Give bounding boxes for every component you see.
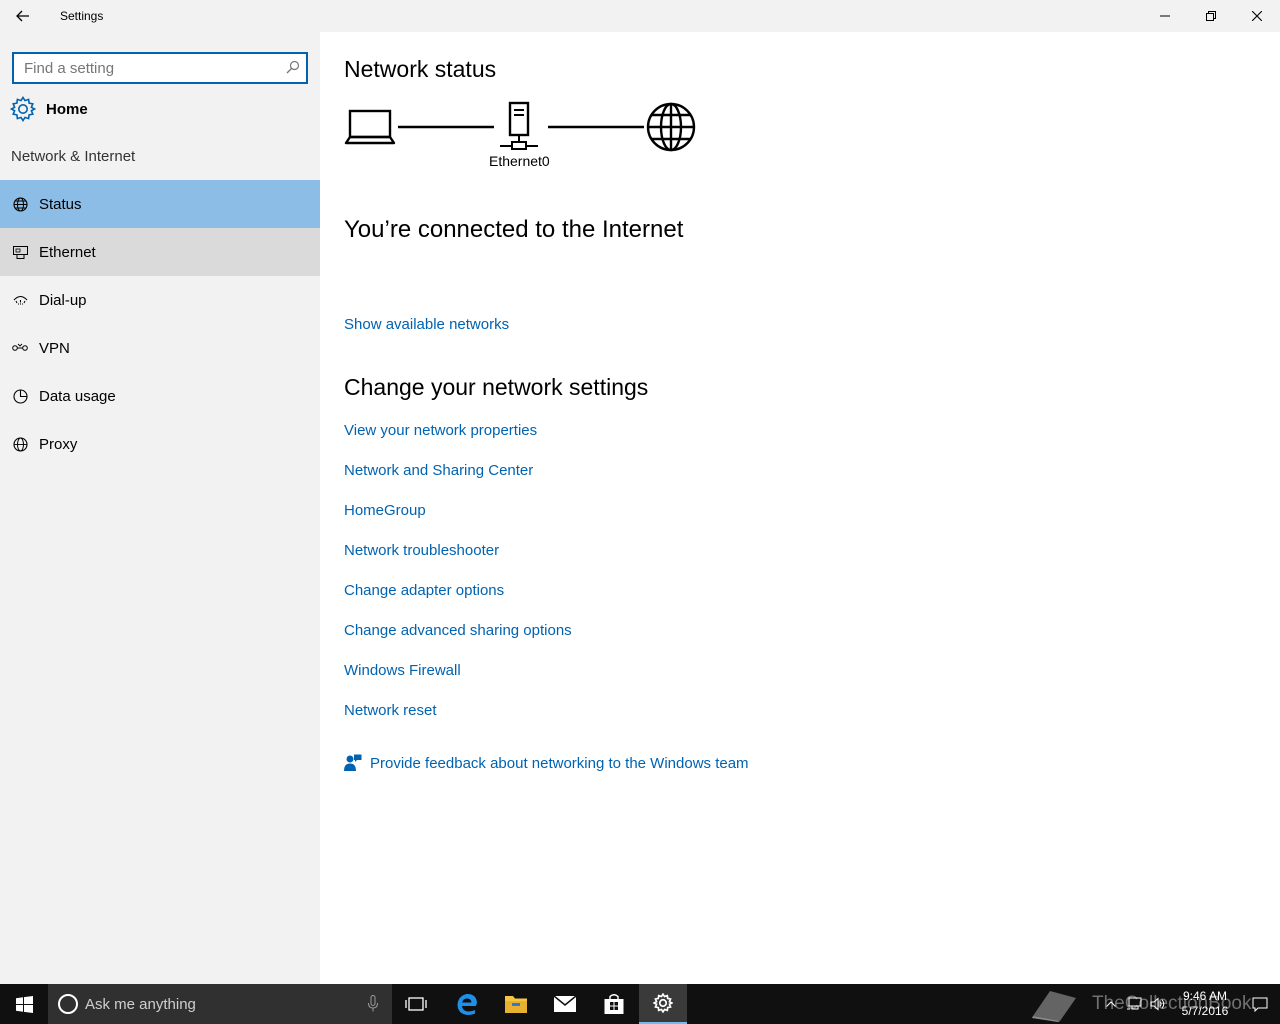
vpn-icon — [12, 340, 28, 356]
search-icon[interactable] — [286, 60, 300, 79]
book-watermark-icon — [1032, 991, 1076, 1022]
main-content: Network status Ethernet0 You’re connecte… — [320, 32, 1280, 984]
connection-status-text: You’re connected to the Internet — [344, 216, 684, 243]
cortana-icon — [58, 994, 78, 1014]
change-adapter-options-link[interactable]: Change adapter options — [344, 582, 504, 599]
volume-button[interactable] — [1146, 997, 1170, 1011]
cortana-placeholder: Ask me anything — [85, 995, 196, 1013]
home-link[interactable]: Home — [10, 94, 88, 124]
mail-button[interactable] — [541, 984, 589, 1024]
store-icon — [604, 994, 624, 1014]
file-explorer-button[interactable] — [492, 984, 540, 1024]
title-bar: Settings — [0, 0, 1280, 32]
taskbar: Ask me anything TheCollectionBook 9:46 A… — [0, 984, 1280, 1024]
gear-icon — [10, 96, 36, 122]
windows-firewall-link[interactable]: Windows Firewall — [344, 662, 461, 679]
dialup-icon — [12, 292, 28, 308]
settings-taskbar-button[interactable] — [639, 984, 687, 1024]
network-reset-link[interactable]: Network reset — [344, 702, 437, 719]
microphone-icon[interactable] — [368, 995, 378, 1017]
sidebar-item-label: Data usage — [39, 387, 116, 405]
network-tray-icon — [1127, 997, 1142, 1010]
restore-icon — [1206, 11, 1216, 21]
store-button[interactable] — [590, 984, 638, 1024]
sidebar-item-vpn[interactable]: VPN — [0, 324, 320, 372]
search-input[interactable] — [24, 59, 274, 77]
sidebar-item-data-usage[interactable]: Data usage — [0, 372, 320, 420]
search-box — [12, 52, 308, 84]
feedback-link[interactable]: Provide feedback about networking to the… — [344, 754, 749, 772]
edge-button[interactable] — [443, 984, 491, 1024]
mail-icon — [553, 995, 577, 1012]
start-button[interactable] — [0, 984, 48, 1024]
proxy-globe-icon — [12, 436, 28, 452]
minimize-icon — [1160, 15, 1170, 17]
settings-gear-icon — [653, 993, 673, 1013]
minimize-button[interactable] — [1142, 0, 1188, 32]
chevron-up-icon — [1106, 1001, 1116, 1007]
action-center-button[interactable] — [1240, 997, 1280, 1012]
action-center-icon — [1252, 997, 1268, 1012]
show-available-networks-link[interactable]: Show available networks — [344, 316, 509, 333]
sidebar-item-ethernet[interactable]: Ethernet — [0, 228, 320, 276]
section-label: Network & Internet — [11, 148, 136, 165]
sidebar-item-label: VPN — [39, 339, 70, 357]
homegroup-link[interactable]: HomeGroup — [344, 502, 426, 519]
cortana-search-box[interactable]: Ask me anything — [48, 984, 392, 1024]
adapter-name: Ethernet0 — [489, 153, 550, 169]
back-arrow-icon — [16, 10, 29, 22]
home-label: Home — [46, 100, 88, 118]
network-tray-button[interactable] — [1122, 997, 1146, 1011]
sidebar: Home Network & Internet Status Ethernet … — [0, 32, 320, 984]
folder-icon — [505, 996, 527, 1013]
task-view-icon — [405, 997, 427, 1011]
network-troubleshooter-link[interactable]: Network troubleshooter — [344, 542, 499, 559]
close-icon — [1252, 11, 1262, 21]
task-view-button[interactable] — [392, 984, 440, 1024]
edge-icon — [457, 993, 477, 1015]
clock-time: 9:46 AM — [1182, 989, 1228, 1003]
globe-status-icon — [12, 196, 28, 212]
advanced-sharing-options-link[interactable]: Change advanced sharing options — [344, 622, 572, 639]
system-tray: 9:46 AM 5/7/2016 — [1100, 984, 1280, 1024]
windows-logo-icon — [15, 995, 33, 1013]
volume-icon — [1150, 997, 1165, 1011]
ethernet-icon — [12, 244, 28, 260]
network-sharing-center-link[interactable]: Network and Sharing Center — [344, 462, 533, 479]
clock-date: 5/7/2016 — [1181, 1004, 1229, 1018]
back-button[interactable] — [0, 0, 46, 32]
feedback-person-icon — [344, 754, 362, 772]
nav-list: Status Ethernet Dial-up VPN Data usage P… — [0, 180, 320, 468]
sidebar-item-label: Dial-up — [39, 291, 87, 309]
sidebar-item-label: Proxy — [39, 435, 78, 453]
computer-tower-icon — [500, 101, 538, 150]
restore-button[interactable] — [1188, 0, 1234, 32]
view-network-properties-link[interactable]: View your network properties — [344, 422, 537, 439]
sidebar-item-dialup[interactable]: Dial-up — [0, 276, 320, 324]
feedback-link-label: Provide feedback about networking to the… — [370, 754, 749, 772]
globe-icon — [646, 102, 696, 152]
data-usage-icon — [12, 388, 28, 404]
show-hidden-icons-button[interactable] — [1100, 1001, 1122, 1007]
sidebar-item-proxy[interactable]: Proxy — [0, 420, 320, 468]
sidebar-item-status[interactable]: Status — [0, 180, 320, 228]
sidebar-item-label: Status — [39, 195, 82, 213]
close-button[interactable] — [1234, 0, 1280, 32]
change-settings-heading: Change your network settings — [344, 374, 649, 400]
network-status-heading: Network status — [344, 56, 497, 82]
window-title: Settings — [60, 9, 104, 23]
clock[interactable]: 9:46 AM 5/7/2016 — [1170, 989, 1240, 1019]
sidebar-item-label: Ethernet — [39, 243, 96, 261]
laptop-icon — [344, 109, 396, 145]
